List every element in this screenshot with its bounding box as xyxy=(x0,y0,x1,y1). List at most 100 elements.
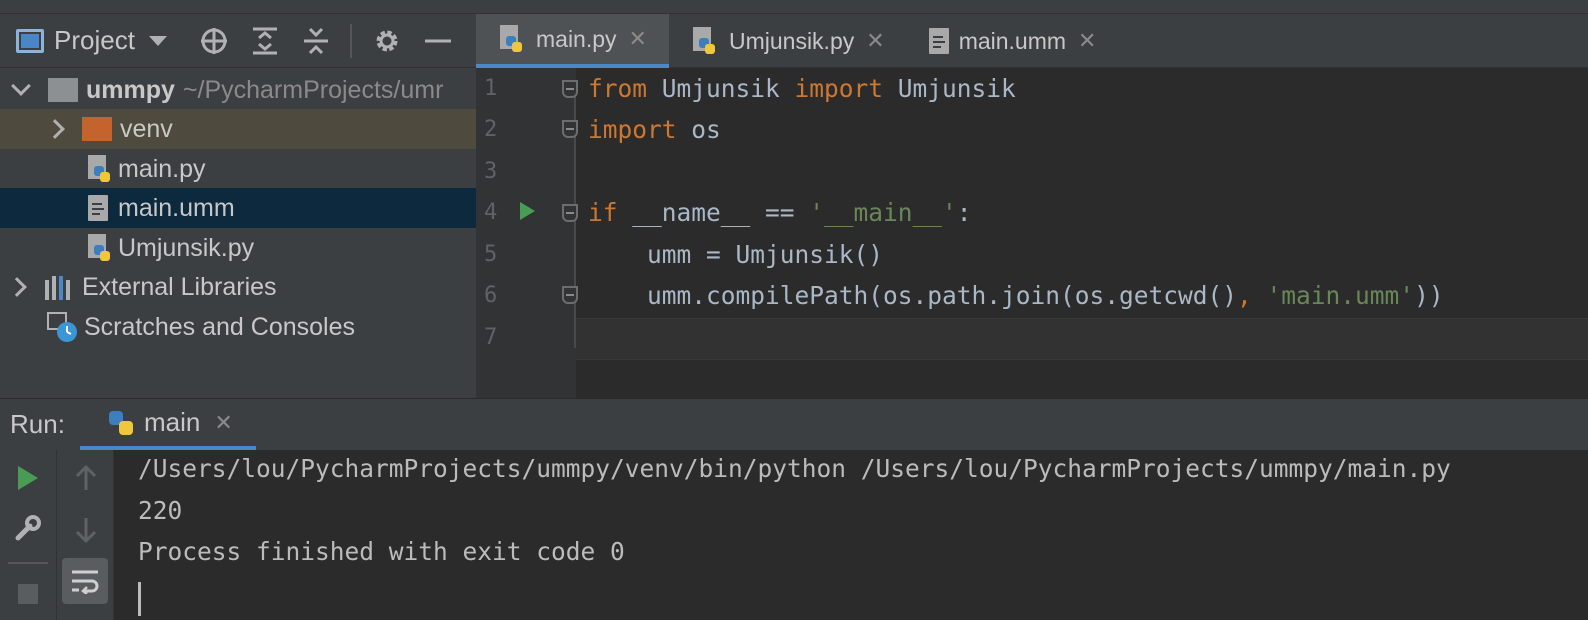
close-icon[interactable]: ✕ xyxy=(1078,28,1096,54)
project-view-selector[interactable]: Project xyxy=(16,25,167,56)
project-tree: ummpy ~/PycharmProjects/umr venv main.py… xyxy=(0,68,476,398)
rerun-button[interactable] xyxy=(10,460,46,496)
crosshair-icon xyxy=(200,27,227,54)
line-number: 4 xyxy=(484,200,498,225)
tree-item-label: Umjunsik.py xyxy=(118,233,255,262)
python-file-icon xyxy=(88,155,110,182)
tree-item-label: External Libraries xyxy=(82,272,277,301)
tree-item-venv[interactable]: venv xyxy=(0,109,476,149)
title-bar-strip xyxy=(0,0,1588,14)
stop-button[interactable] xyxy=(10,576,46,612)
fold-marker-icon[interactable] xyxy=(562,204,578,222)
hide-panel-button[interactable] xyxy=(421,24,455,58)
library-icon xyxy=(45,276,70,300)
tree-item-main-umm[interactable]: main.umm xyxy=(0,188,476,228)
text-file-icon xyxy=(88,195,108,221)
code-line-4: if __name__ == '__main__': xyxy=(588,198,972,227)
python-file-icon xyxy=(88,234,110,261)
stop-icon xyxy=(18,584,38,604)
python-file-icon xyxy=(500,25,522,52)
console-output[interactable]: /Users/lou/PycharmProjects/ummpy/venv/bi… xyxy=(114,450,1588,620)
run-toolbar-secondary xyxy=(56,450,114,620)
wrench-icon xyxy=(15,515,41,541)
tree-item-label: main.umm xyxy=(118,193,235,222)
line-number: 1 xyxy=(484,76,498,101)
code-editor[interactable]: 1 2 3 4 5 6 7 from Umjunsik import Umjun… xyxy=(476,68,1588,398)
next-occurrence-button[interactable] xyxy=(68,512,104,548)
arrow-down-icon xyxy=(75,518,97,544)
gear-icon xyxy=(376,30,398,51)
tree-item-umjunsik-py[interactable]: Umjunsik.py xyxy=(0,228,476,268)
previous-occurrence-button[interactable] xyxy=(68,460,104,496)
line-number: 7 xyxy=(484,325,498,350)
tree-item-label: Scratches and Consoles xyxy=(84,312,355,341)
collapse-all-icon xyxy=(303,27,328,54)
close-icon[interactable]: ✕ xyxy=(214,410,232,436)
close-icon[interactable]: ✕ xyxy=(866,28,884,54)
python-file-icon xyxy=(692,27,715,54)
folder-icon xyxy=(48,78,78,102)
close-icon[interactable]: ✕ xyxy=(629,26,647,52)
chevron-right-icon[interactable] xyxy=(45,119,65,139)
tab-label: main.py xyxy=(536,25,617,52)
toolbar-separator xyxy=(8,562,48,564)
console-line: /Users/lou/PycharmProjects/ummpy/venv/bi… xyxy=(138,454,1451,483)
folder-icon xyxy=(82,117,112,141)
arrow-up-icon xyxy=(75,464,97,490)
toolbar-separator xyxy=(349,23,352,58)
tab-label: Umjunsik.py xyxy=(728,27,855,54)
tab-label: main.umm xyxy=(958,27,1067,54)
text-file-icon xyxy=(928,28,949,54)
settings-button[interactable] xyxy=(370,24,404,58)
tree-item-label: ummpy xyxy=(86,75,175,104)
tab-main-py[interactable]: main.py ✕ xyxy=(476,14,669,68)
collapse-all-button[interactable] xyxy=(299,24,333,58)
console-line: 220 xyxy=(138,496,183,525)
tree-item-main-py[interactable]: main.py xyxy=(0,149,476,189)
code-line-5: umm = Umjunsik() xyxy=(588,240,884,269)
text-cursor xyxy=(138,582,141,616)
line-number: 5 xyxy=(484,242,498,267)
fold-marker-icon[interactable] xyxy=(562,120,578,138)
run-panel-header: Run: main ✕ xyxy=(0,398,1588,451)
tree-item-scratches[interactable]: Scratches and Consoles xyxy=(0,307,476,347)
project-path: ~/PycharmProjects/umr xyxy=(182,75,444,104)
tree-item-external-libraries[interactable]: External Libraries xyxy=(0,267,476,307)
soft-wrap-icon xyxy=(72,570,99,594)
project-panel-header: Project xyxy=(0,14,476,68)
soft-wrap-toggle[interactable] xyxy=(62,558,108,604)
project-window-icon xyxy=(16,28,44,53)
tree-item-ummpy[interactable]: ummpy ~/PycharmProjects/umr xyxy=(0,70,476,110)
tree-item-label: venv xyxy=(120,114,173,143)
run-panel-title: Run: xyxy=(10,409,65,439)
line-number: 3 xyxy=(484,159,498,184)
line-number: 6 xyxy=(484,283,498,308)
chevron-down-icon xyxy=(148,35,167,46)
run-gutter-icon[interactable] xyxy=(520,202,535,220)
modify-run-config-button[interactable] xyxy=(10,510,46,546)
line-number: 2 xyxy=(484,117,498,142)
scratches-icon xyxy=(47,312,77,342)
code-line-6: umm.compilePath(os.path.join(os.getcwd()… xyxy=(588,281,1444,310)
expand-all-button[interactable] xyxy=(248,24,282,58)
minimize-icon xyxy=(424,39,451,42)
code-line-2: import os xyxy=(588,115,721,144)
tab-umjunsik-py[interactable]: Umjunsik.py ✕ xyxy=(669,14,907,68)
fold-marker-icon[interactable] xyxy=(562,80,578,98)
chevron-right-icon[interactable] xyxy=(7,277,27,297)
play-icon xyxy=(18,466,38,490)
editor-tab-bar: main.py ✕ Umjunsik.py ✕ main.umm ✕ xyxy=(476,14,1588,68)
code-line-1: from Umjunsik import Umjunsik xyxy=(588,74,1016,103)
run-tab-main[interactable]: main ✕ xyxy=(80,399,256,451)
tree-item-label: main.py xyxy=(118,154,206,183)
locate-file-button[interactable] xyxy=(197,24,231,58)
run-toolbar-primary xyxy=(0,450,56,620)
chevron-down-icon[interactable] xyxy=(11,76,31,96)
fold-marker-icon[interactable] xyxy=(562,286,578,304)
tab-main-umm[interactable]: main.umm ✕ xyxy=(907,14,1119,68)
expand-all-icon xyxy=(252,27,277,54)
current-line-highlight xyxy=(576,318,1588,360)
run-tab-label: main xyxy=(144,407,201,437)
console-line: Process finished with exit code 0 xyxy=(138,537,625,566)
python-icon xyxy=(109,410,133,435)
